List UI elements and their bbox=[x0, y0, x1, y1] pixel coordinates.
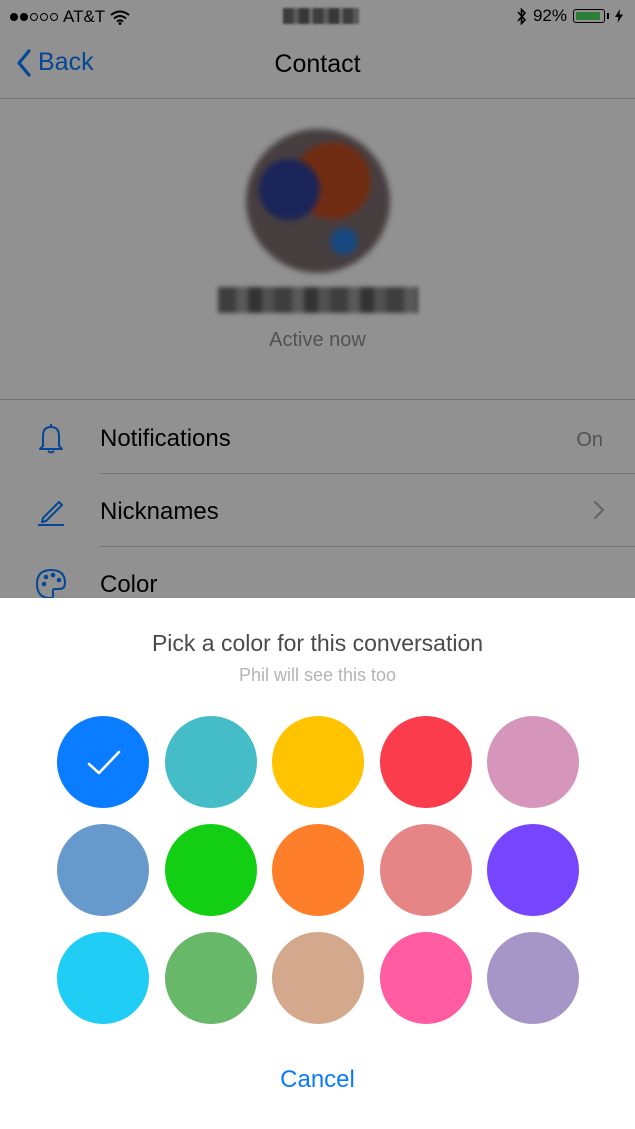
color-swatch[interactable] bbox=[487, 824, 579, 916]
color-swatch[interactable] bbox=[487, 932, 579, 1024]
color-swatch[interactable] bbox=[272, 824, 364, 916]
checkmark-icon bbox=[87, 750, 121, 775]
color-swatch-selected[interactable] bbox=[57, 716, 149, 808]
color-picker-subtitle: Phil will see this too bbox=[238, 665, 397, 685]
color-picker-sheet: Pick a color for this conversation Phil … bbox=[0, 598, 635, 1129]
color-swatch[interactable] bbox=[272, 932, 364, 1024]
color-swatch[interactable] bbox=[164, 716, 257, 808]
color-swatch[interactable] bbox=[57, 824, 149, 916]
color-swatch[interactable] bbox=[164, 824, 257, 916]
color-swatch[interactable] bbox=[272, 716, 364, 808]
cancel-button[interactable]: Cancel bbox=[0, 1066, 635, 1094]
color-swatch[interactable] bbox=[379, 716, 472, 808]
color-swatch[interactable] bbox=[164, 932, 257, 1024]
color-swatch[interactable] bbox=[379, 824, 472, 916]
color-swatch[interactable] bbox=[57, 932, 149, 1024]
color-swatch[interactable] bbox=[379, 932, 472, 1024]
color-swatch[interactable] bbox=[487, 716, 579, 808]
color-picker-title: Pick a color for this conversation bbox=[151, 630, 484, 656]
